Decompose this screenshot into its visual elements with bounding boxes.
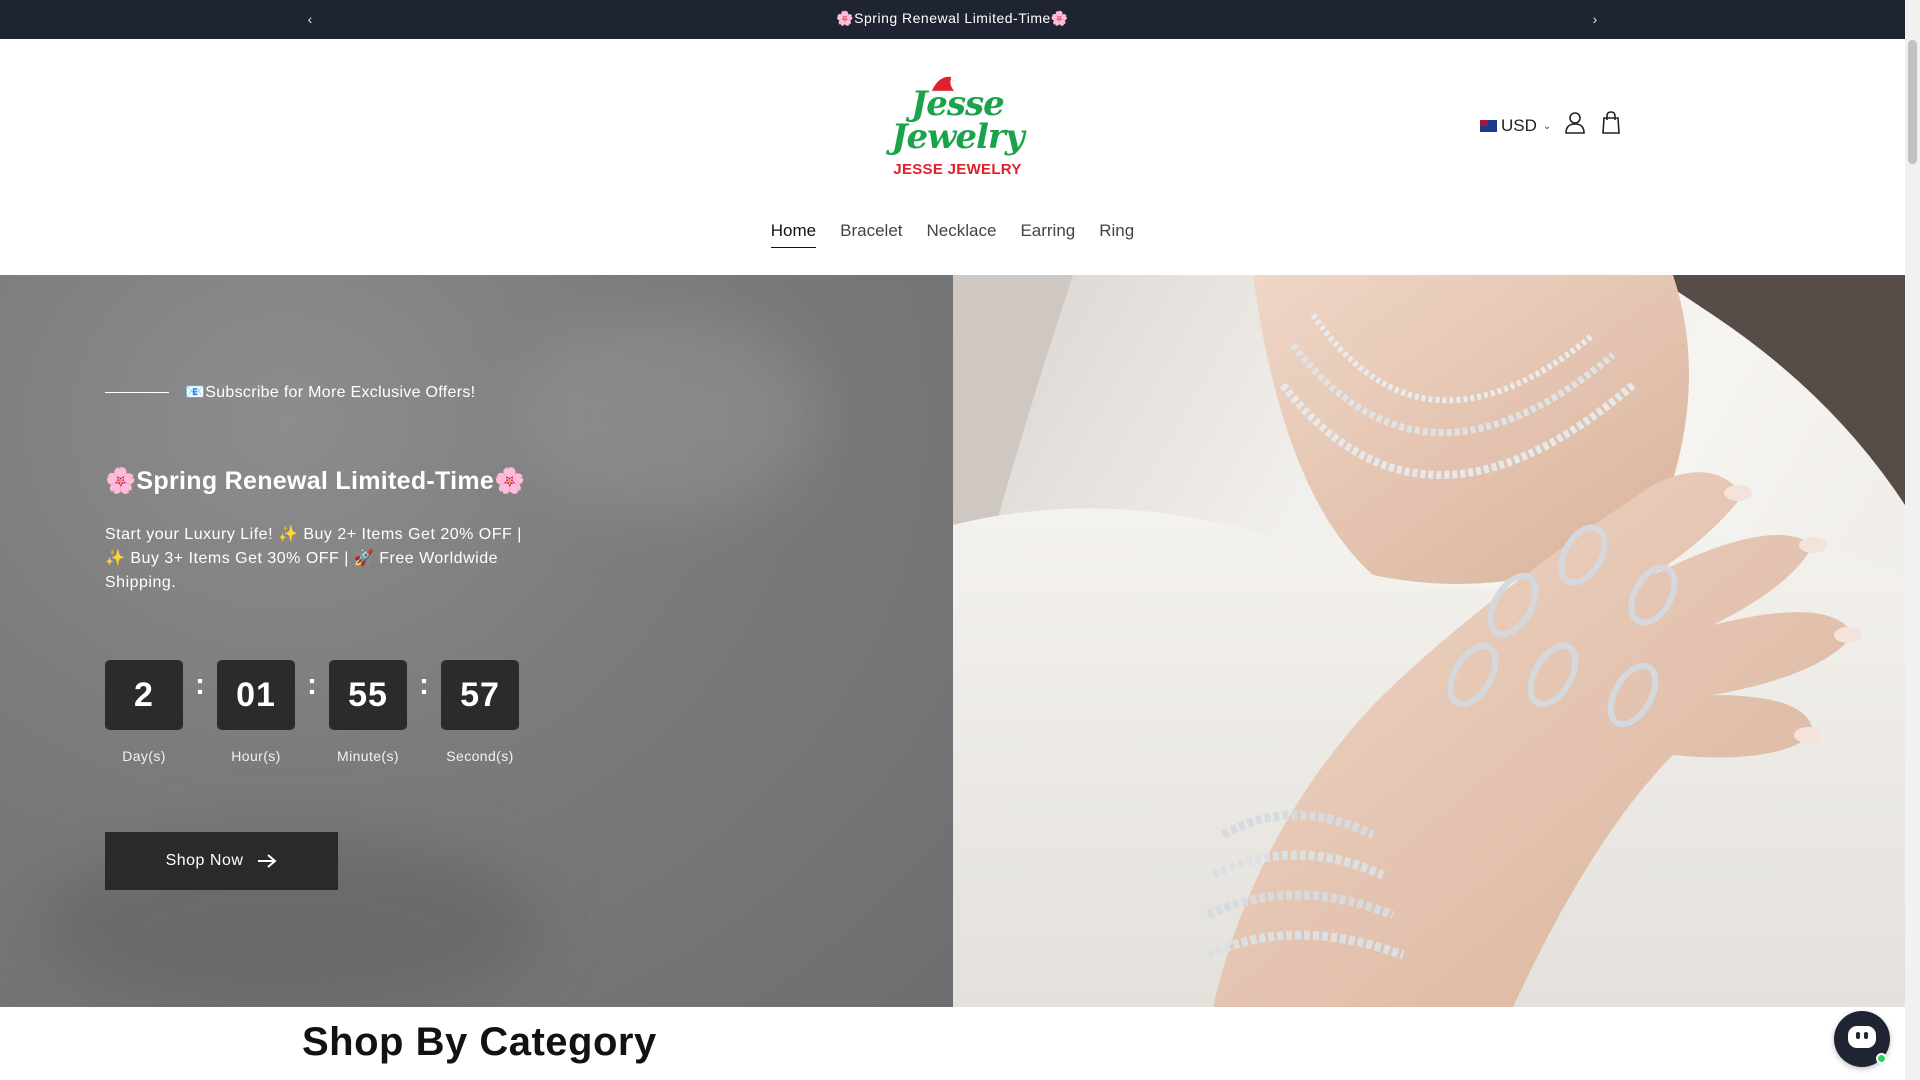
countdown-separator: : — [419, 668, 429, 701]
user-icon[interactable] — [1561, 109, 1589, 137]
nav-item-earring[interactable]: Earring — [1020, 221, 1075, 248]
countdown-minutes: 55 Minute(s) — [329, 660, 407, 764]
shop-now-label: Shop Now — [165, 852, 244, 869]
scrollbar-thumb[interactable] — [1908, 40, 1917, 164]
hero-title: 🌸Spring Renewal Limited-Time🌸 — [105, 467, 526, 495]
brand-logo[interactable]: Jesse Jewelry JESSE JEWELRY — [885, 73, 1030, 179]
countdown-separator: : — [195, 668, 205, 701]
arrow-right-icon — [258, 854, 277, 868]
hero-text-panel: 📧Subscribe for More Exclusive Offers! 🌸S… — [0, 275, 953, 1007]
shopping-bag-icon[interactable] — [1597, 109, 1625, 137]
currency-selector[interactable]: USD ⌄ — [1480, 111, 1551, 141]
shop-now-button[interactable]: Shop Now — [105, 832, 338, 890]
hero-image — [953, 275, 1905, 1007]
model-jewelry-photo — [953, 275, 1905, 1007]
divider-line — [105, 392, 169, 393]
logo-script-line2: Jewelry — [891, 117, 1024, 157]
subscribe-tagline: 📧Subscribe for More Exclusive Offers! — [185, 384, 476, 401]
online-status-dot — [1876, 1053, 1887, 1064]
nav-item-ring[interactable]: Ring — [1099, 221, 1134, 248]
countdown-seconds-label: Second(s) — [446, 748, 514, 764]
chevron-down-icon: ⌄ — [1542, 120, 1552, 132]
logo-wordmark: JESSE JEWELRY — [893, 161, 1022, 178]
hero-description: Start your Luxury Life! ✨ Buy 2+ Items G… — [105, 526, 522, 591]
countdown-hours: 01 Hour(s) — [217, 660, 295, 764]
countdown-minutes-value: 55 — [329, 660, 407, 730]
nav-item-bracelet[interactable]: Bracelet — [840, 221, 902, 248]
countdown-days-value: 2 — [105, 660, 183, 730]
main-nav: Home Bracelet Necklace Earring Ring — [0, 221, 1905, 248]
countdown-seconds-value: 57 — [441, 660, 519, 730]
site-header: Jesse Jewelry JESSE JEWELRY USD ⌄ Home B… — [0, 39, 1905, 275]
nav-item-home[interactable]: Home — [770, 221, 817, 248]
countdown-hours-label: Hour(s) — [231, 748, 281, 764]
currency-label: USD — [1501, 116, 1537, 135]
logo-script: Jesse Jewelry — [885, 87, 1030, 157]
hero-banner: 📧Subscribe for More Exclusive Offers! 🌸S… — [0, 275, 1905, 1007]
flag-icon — [1480, 120, 1497, 132]
countdown-timer: 2 Day(s) : 01 Hour(s) : 55 Minute(s) : 5… — [105, 660, 519, 764]
chat-bot-icon[interactable] — [1834, 1011, 1890, 1067]
countdown-days-label: Day(s) — [122, 748, 166, 764]
nav-item-necklace[interactable]: Necklace — [927, 221, 997, 248]
countdown-separator: : — [307, 668, 317, 701]
announcement-text[interactable]: 🌸Spring Renewal Limited-Time🌸 — [0, 0, 1905, 39]
section-title: Shop By Category — [302, 1020, 657, 1064]
countdown-hours-value: 01 — [217, 660, 295, 730]
chevron-right-icon[interactable]: › — [1585, 10, 1605, 28]
countdown-seconds: 57 Second(s) — [441, 660, 519, 764]
countdown-minutes-label: Minute(s) — [337, 748, 399, 764]
announcement-bar: ‹ 🌸Spring Renewal Limited-Time🌸 › — [0, 0, 1905, 39]
page-scrollbar[interactable] — [1905, 0, 1920, 1080]
countdown-days: 2 Day(s) — [105, 660, 183, 764]
